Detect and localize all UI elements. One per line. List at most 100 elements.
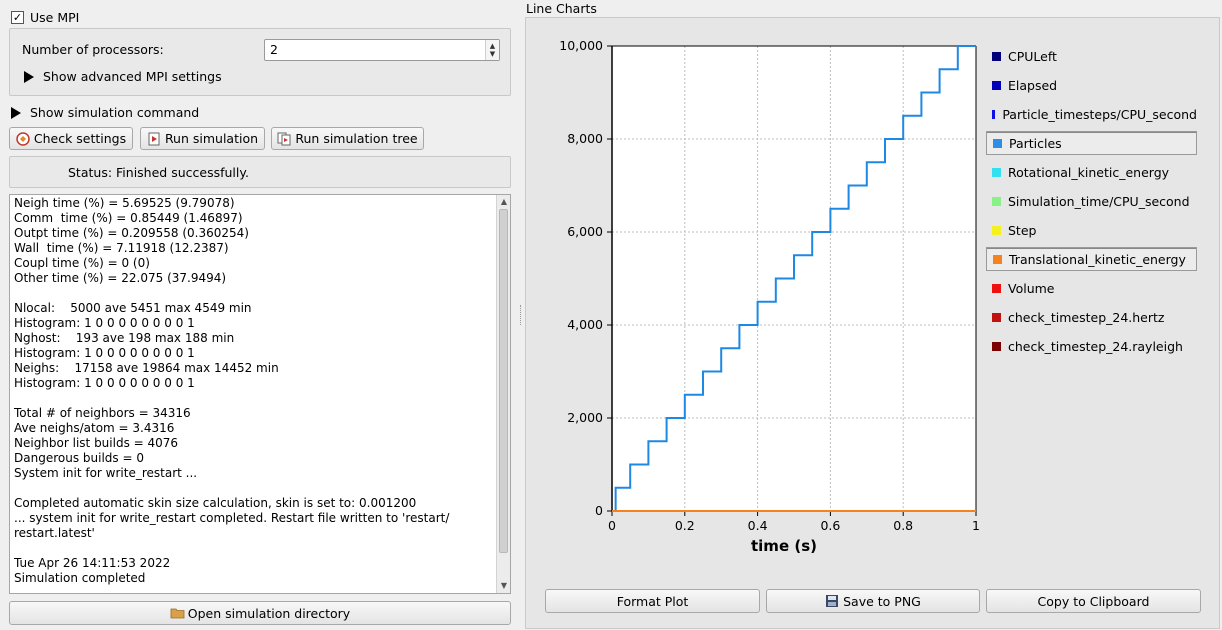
- legend-label: Rotational_kinetic_energy: [1008, 164, 1170, 180]
- log-line: Other time (%) = 22.075 (37.9494): [14, 271, 227, 285]
- check-settings-button[interactable]: Check settings: [9, 127, 133, 150]
- scroll-up-icon[interactable]: ▲: [497, 195, 510, 209]
- run-simulation-tree-button[interactable]: Run simulation tree: [271, 127, 424, 150]
- log-line: Ave neighs/atom = 3.4316: [14, 421, 175, 435]
- scrollbar-thumb[interactable]: [499, 209, 508, 553]
- open-directory-label: Open simulation directory: [187, 605, 351, 621]
- log-line: Simulation completed: [14, 571, 146, 585]
- log-line: Tue Apr 26 14:11:53 2022: [14, 556, 171, 570]
- legend-item[interactable]: Simulation_time/CPU_second: [986, 189, 1197, 213]
- log-line: Neighs: 17158 ave 19864 max 14452 min: [14, 361, 279, 375]
- log-line: Comm time (%) = 0.85449 (1.46897): [14, 211, 243, 225]
- splitter-handle[interactable]: [520, 305, 523, 325]
- copy-clipboard-button[interactable]: Copy to Clipboard: [986, 589, 1201, 613]
- legend-swatch: [992, 167, 1001, 177]
- run-simulation-icon: [147, 132, 161, 146]
- log-line: Nlocal: 5000 ave 5451 max 4549 min: [14, 301, 252, 315]
- legend-swatch: [993, 254, 1002, 264]
- legend-item[interactable]: Particle_timesteps/CPU_second: [986, 102, 1197, 126]
- legend-swatch: [992, 51, 1001, 61]
- format-plot-label: Format Plot: [616, 593, 689, 609]
- legend-item[interactable]: Step: [986, 218, 1197, 242]
- x-tick-label: 0.8: [893, 518, 913, 533]
- legend-item[interactable]: check_timestep_24.rayleigh: [986, 334, 1197, 358]
- log-line: Neigh time (%) = 5.69525 (9.79078): [14, 196, 235, 210]
- legend-label: Step: [1008, 222, 1037, 238]
- run-simulation-label: Run simulation: [164, 131, 259, 146]
- legend-swatch: [992, 80, 1001, 90]
- advanced-mpi-toggle[interactable]: Show advanced MPI settings: [24, 69, 222, 84]
- save-icon: [825, 594, 839, 608]
- log-line: Coupl time (%) = 0 (0): [14, 256, 150, 270]
- run-simulation-tree-label: Run simulation tree: [295, 131, 418, 146]
- x-tick-label: 1: [972, 518, 980, 533]
- status-text: Status: Finished successfully.: [68, 165, 249, 180]
- log-line: Nghost: 193 ave 198 max 188 min: [14, 331, 235, 345]
- status-box: Status: Finished successfully.: [9, 156, 511, 188]
- log-line: Dangerous builds = 0: [14, 451, 144, 465]
- open-directory-button[interactable]: Open simulation directory: [9, 601, 511, 625]
- x-tick-label: 0.4: [748, 518, 768, 533]
- legend-item[interactable]: Particles: [986, 131, 1197, 155]
- advanced-mpi-label: Show advanced MPI settings: [43, 69, 222, 84]
- processors-spinbox[interactable]: 2 ▲ ▼: [264, 39, 500, 61]
- x-tick-label: 0: [608, 518, 616, 533]
- legend-label: Simulation_time/CPU_second: [1008, 193, 1190, 209]
- legend-label: CPULeft: [1008, 48, 1057, 64]
- log-line: restart.latest': [14, 526, 95, 540]
- y-tick-label: 2,000: [567, 410, 603, 425]
- processors-value: 2: [270, 42, 278, 57]
- log-scrollbar[interactable]: ▲ ▼: [496, 195, 510, 593]
- use-mpi-label: Use MPI: [30, 10, 80, 25]
- y-tick-label: 4,000: [567, 317, 603, 332]
- legend-swatch: [992, 225, 1001, 235]
- x-tick-label: 0.2: [675, 518, 695, 533]
- legend-label: check_timestep_24.rayleigh: [1008, 338, 1183, 354]
- legend-label: check_timestep_24.hertz: [1008, 309, 1165, 325]
- legend-item[interactable]: Volume: [986, 276, 1197, 300]
- legend-swatch: [993, 138, 1002, 148]
- legend-label: Translational_kinetic_energy: [1009, 251, 1186, 267]
- legend-item[interactable]: Translational_kinetic_energy: [986, 247, 1197, 271]
- y-tick-label: 0: [595, 503, 603, 518]
- legend-swatch: [992, 341, 1001, 351]
- save-png-label: Save to PNG: [843, 593, 921, 609]
- log-line: Outpt time (%) = 0.209558 (0.360254): [14, 226, 249, 240]
- save-png-button[interactable]: Save to PNG: [766, 589, 980, 613]
- checkmark-icon: ✓: [11, 11, 24, 24]
- use-mpi-checkbox[interactable]: ✓ Use MPI: [11, 10, 79, 25]
- folder-icon: [170, 606, 185, 620]
- log-line: Total # of neighbors = 34316: [14, 406, 191, 420]
- legend-item[interactable]: Elapsed: [986, 73, 1197, 97]
- mpi-settings-group: Number of processors: 2 ▲ ▼ Show advanced…: [9, 28, 511, 96]
- x-axis-label: time (s): [751, 537, 817, 555]
- legend-item[interactable]: check_timestep_24.hertz: [986, 305, 1197, 329]
- log-line: Histogram: 1 0 0 0 0 0 0 0 0 1: [14, 316, 195, 330]
- line-chart: 0 2,000 4,000 6,000 8,000 10,000 0 0.2 0.4 0.6 0.8…: [559, 38, 980, 555]
- legend-swatch: [992, 109, 996, 119]
- legend-label: Volume: [1008, 280, 1055, 296]
- scroll-down-icon[interactable]: ▼: [497, 579, 510, 593]
- legend-item[interactable]: CPULeft: [986, 44, 1197, 68]
- log-line: Neighbor list builds = 4076: [14, 436, 179, 450]
- copy-clipboard-label: Copy to Clipboard: [1037, 593, 1150, 609]
- log-line: Completed automatic skin size calculatio…: [14, 496, 417, 510]
- y-tick-label: 10,000: [559, 38, 603, 53]
- simulation-log[interactable]: Neigh time (%) = 5.69525 (9.79078) Comm t…: [9, 194, 511, 594]
- simulation-command-label: Show simulation command: [30, 105, 200, 120]
- legend-label: Particles: [1009, 135, 1062, 151]
- expand-arrow-icon: [11, 106, 21, 119]
- log-line: ... system init for write_restart comple…: [14, 511, 450, 525]
- y-tick-label: 6,000: [567, 224, 603, 239]
- legend-item[interactable]: Rotational_kinetic_energy: [986, 160, 1197, 184]
- spin-arrows-icon[interactable]: ▲ ▼: [485, 40, 499, 60]
- legend-label: Elapsed: [1008, 77, 1058, 93]
- x-tick-label: 0.6: [820, 518, 840, 533]
- legend-swatch: [992, 283, 1001, 293]
- y-tick-label: 8,000: [567, 131, 603, 146]
- format-plot-button[interactable]: Format Plot: [545, 589, 760, 613]
- legend-swatch: [992, 196, 1001, 206]
- run-simulation-button[interactable]: Run simulation: [140, 127, 265, 150]
- simulation-command-toggle[interactable]: Show simulation command: [11, 105, 199, 120]
